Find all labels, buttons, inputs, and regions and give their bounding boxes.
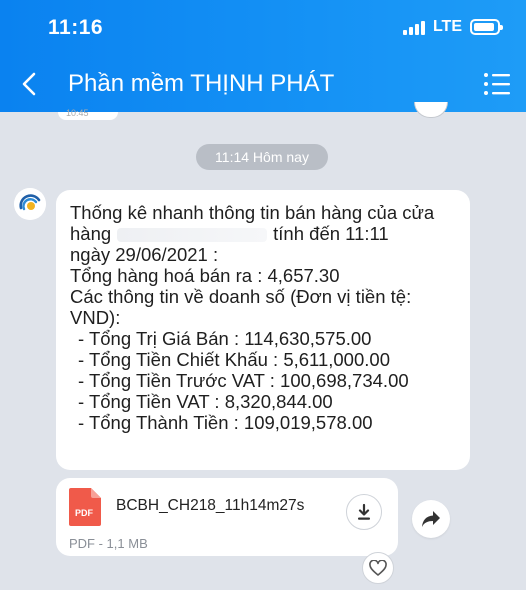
message-line: - Tổng Tiền VAT : 8,320,844.00 (78, 391, 333, 412)
previous-message-time: 10:45 (66, 108, 89, 118)
back-icon[interactable] (14, 68, 44, 100)
network-label: LTE (432, 18, 462, 35)
redacted-store-name (117, 228, 268, 243)
status-indicators: LTE (402, 18, 503, 36)
file-name: BCBH_CH218_11h14m27s (116, 497, 305, 514)
reaction-button[interactable] (362, 552, 394, 584)
message-line: Thống kê nhanh thông tin bán hàng của cử… (70, 202, 435, 223)
message-line: Các thông tin về doanh số (Đơn vị tiền t… (70, 286, 412, 307)
avatar[interactable] (14, 188, 46, 220)
message-line: - Tổng Tiền Chiết Khấu : 5,611,000.00 (78, 349, 390, 370)
previous-reaction-button[interactable] (414, 102, 448, 118)
download-icon (358, 503, 370, 520)
share-button[interactable] (412, 500, 450, 538)
pdf-icon-label: PDF (75, 508, 94, 518)
avatar-logo (14, 188, 46, 220)
status-time: 11:16 (48, 16, 104, 39)
signal-icon (402, 19, 425, 35)
previous-message-edge: 10:45 (58, 108, 118, 120)
message-line: - Tổng Thành Tiền : 109,019,578.00 (78, 412, 373, 433)
time-divider: 11:14 Hôm nay (196, 144, 328, 170)
message-line: Tổng hàng hoá bán ra : 4,657.30 (70, 265, 340, 286)
message-line: hàng tính đến 11:11 (70, 223, 389, 244)
menu-icon[interactable] (482, 70, 512, 98)
message-line: - Tổng Tiền Trước VAT : 100,698,734.00 (78, 370, 409, 391)
app-header: 11:16 LTE Phần mềm THỊNH PHÁT (0, 0, 526, 112)
share-icon (422, 511, 440, 527)
download-button[interactable] (346, 494, 382, 530)
message-line: ngày 29/06/2021 : (70, 244, 219, 265)
file-attachment[interactable]: PDF BCBH_CH218_11h14m27s PDF - 1,1 MB (56, 478, 398, 556)
heart-icon (369, 560, 387, 576)
file-meta: PDF - 1,1 MB (69, 536, 148, 551)
message-bubble[interactable]: Thống kê nhanh thông tin bán hàng của cử… (56, 190, 470, 470)
battery-icon (470, 19, 503, 35)
pdf-icon: PDF (69, 488, 101, 526)
message-line: - Tổng Trị Giá Bán : 114,630,575.00 (78, 328, 372, 349)
message-line: VND): (70, 307, 121, 328)
page-title: Phần mềm THỊNH PHÁT (68, 70, 335, 97)
